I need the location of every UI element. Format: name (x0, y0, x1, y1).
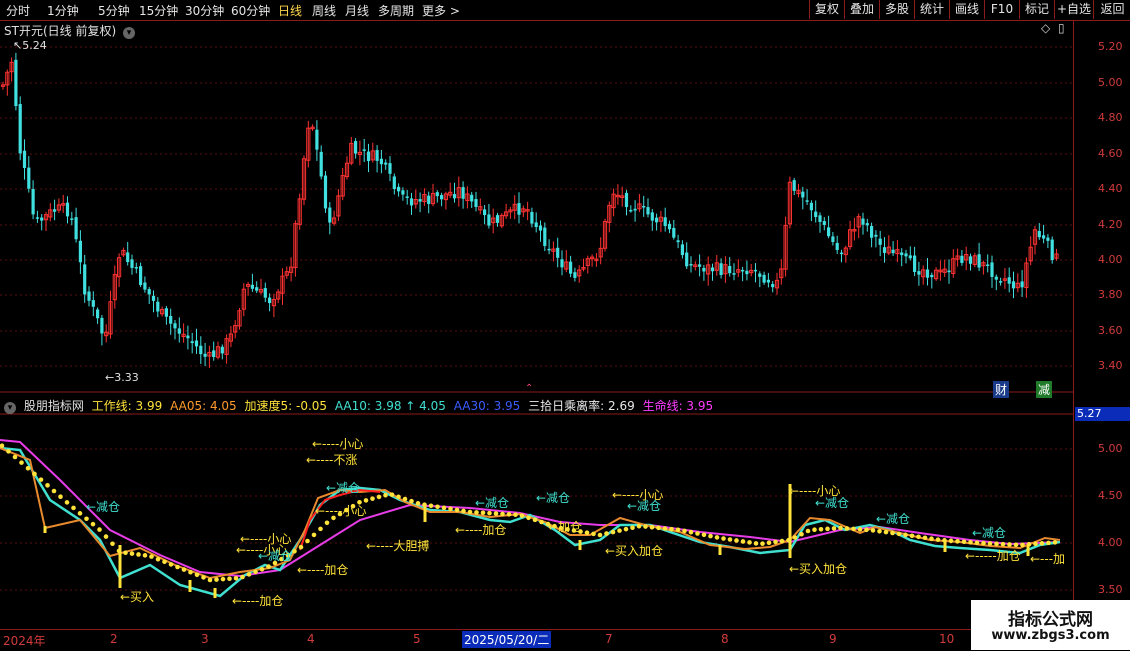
indicator-value-accel: 加速度5: -0.05 (244, 399, 328, 413)
indicator-value-work: 工作线: 3.99 (91, 399, 163, 413)
high-marker: ↖5.24 (13, 39, 47, 52)
date-tick: 8 (721, 632, 729, 646)
date-tick: 5 (413, 632, 421, 646)
price-tick: 3.80 (1098, 288, 1123, 301)
signal-label: ←减仓 (326, 481, 361, 495)
date-tick: 10 (939, 632, 955, 646)
signal-label: ←减仓 (475, 496, 510, 510)
price-tick: 4.40 (1098, 182, 1123, 195)
signal-label: ←加仓 (548, 520, 583, 534)
date-axis: 2024年 2 3 4 5 2025/05/20/二 7 8 9 10 (0, 629, 1073, 651)
selected-date: 2025/05/20/二 (462, 631, 552, 648)
signal-label: ←买入加仓 (605, 544, 664, 558)
signal-label: ←----小心 (315, 504, 367, 518)
svg-text:⌃: ⌃ (525, 383, 533, 394)
indicator-value-aa10: AA10: 3.98 ↑ 4.05 (334, 399, 446, 413)
indicator-header: ▾ 股朋指标网 工作线: 3.99 AA05: 4.05 加速度5: -0.05… (0, 397, 1073, 414)
indicator-current-value: 5.27 (1075, 407, 1130, 421)
signal-label: ←减仓 (86, 500, 121, 514)
indicator-name: 股朋指标网 (23, 399, 84, 413)
indicator-tick: 5.00 (1098, 442, 1123, 455)
price-tick: 4.20 (1098, 218, 1123, 231)
signal-label: ←买入加仓 (789, 562, 848, 576)
indicator-tick: 4.50 (1098, 489, 1123, 502)
price-tick: 3.60 (1098, 324, 1123, 337)
low-value: 3.33 (114, 371, 139, 384)
date-tick: 2024年 (3, 634, 46, 648)
settings-icon[interactable]: ▾ (4, 402, 16, 414)
date-tick: 4 (307, 632, 315, 646)
signal-label: ←减仓 (972, 526, 1007, 540)
signal-label: ←减仓 (258, 549, 293, 563)
date-tick: 3 (201, 632, 209, 646)
indicator-value-aa05: AA05: 4.05 (170, 399, 237, 413)
kline-chart[interactable]: ⌃ (0, 0, 1130, 650)
high-value: 5.24 (22, 39, 47, 52)
finance-badge[interactable]: 财 (993, 381, 1010, 398)
signal-label: ←----加仓 (297, 563, 349, 577)
date-tick: 2 (110, 632, 118, 646)
indicator-value-bias30: 三拾日乘离率: 2.69 (528, 399, 635, 413)
price-tick: 3.40 (1098, 359, 1123, 372)
watermark-title: 指标公式网 (1008, 610, 1093, 630)
signal-label: ←减仓 (536, 491, 571, 505)
reduce-badge[interactable]: 减 (1036, 381, 1053, 398)
indicator-value-lifeline: 生命线: 3.95 (642, 399, 714, 413)
signal-label: ←减仓 (627, 499, 662, 513)
indicator-tick: 3.50 (1098, 583, 1123, 596)
signal-label: ←----小心 (312, 437, 364, 451)
price-tick: 5.00 (1098, 76, 1123, 89)
signal-label: ←----大胆搏 (366, 539, 430, 553)
low-marker: ←3.33 (105, 371, 139, 384)
price-tick: 4.80 (1098, 111, 1123, 124)
signal-label: ←减仓 (815, 496, 850, 510)
signal-label: ←---加 (1030, 552, 1066, 566)
signal-label: ←-----加仓 (965, 549, 1021, 563)
date-tick: 7 (605, 632, 613, 646)
indicator-value-aa30: AA30: 3.95 (453, 399, 521, 413)
price-tick: 4.00 (1098, 253, 1123, 266)
signal-label: ←----加仓 (455, 523, 507, 537)
signal-label: ←----加仓 (232, 594, 284, 608)
indicator-tick: 4.00 (1098, 536, 1123, 549)
signal-label: ←----不涨 (306, 453, 358, 467)
signal-label: ←减仓 (876, 512, 911, 526)
watermark-url: www.zbgs3.com (991, 628, 1110, 643)
signal-label: ←买入 (120, 590, 155, 604)
site-watermark: 指标公式网 www.zbgs3.com (971, 600, 1130, 650)
date-tick: 9 (829, 632, 837, 646)
price-tick: 5.20 (1098, 40, 1123, 53)
price-tick: 4.60 (1098, 147, 1123, 160)
